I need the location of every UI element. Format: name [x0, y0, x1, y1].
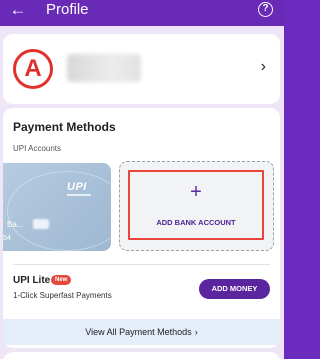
add-bank-account-tile[interactable]: + ADD BANK ACCOUNT	[119, 161, 274, 251]
add-money-button[interactable]: ADD MONEY	[199, 279, 270, 299]
view-all-payment-methods-link[interactable]: View All Payment Methods ›	[3, 319, 280, 345]
account-number: 54	[3, 235, 11, 242]
add-bank-account-button[interactable]: + ADD BANK ACCOUNT	[128, 170, 264, 240]
profile-name-redacted	[67, 54, 141, 82]
upi-logo: UPI	[67, 181, 87, 193]
plus-icon: +	[190, 181, 202, 203]
bank-name: Ba...	[7, 220, 24, 229]
chevron-right-icon: ›	[194, 327, 198, 337]
add-bank-account-label: ADD BANK ACCOUNT	[156, 218, 236, 227]
avatar: A	[13, 49, 53, 89]
upi-lite-subtitle: 1-Click Superfast Payments	[13, 291, 112, 300]
new-badge: New	[51, 275, 72, 285]
payment-methods-card: Payment Methods UPI Accounts UPI Ba... 5…	[3, 108, 280, 348]
bank-account-card[interactable]: UPI Ba... 54	[3, 163, 111, 251]
top-app-bar: ← Profile ?	[0, 0, 284, 26]
upi-accounts-label: UPI Accounts	[13, 144, 62, 153]
view-all-label: View All Payment Methods	[85, 327, 192, 337]
payment-methods-title: Payment Methods	[13, 120, 116, 134]
help-icon[interactable]: ?	[258, 2, 273, 17]
chevron-right-icon[interactable]: ›	[261, 58, 266, 76]
profile-card[interactable]: A ›	[3, 34, 280, 104]
bank-name-redacted	[33, 219, 49, 229]
card-decoration	[7, 171, 111, 251]
next-card-edge	[3, 352, 280, 359]
page-title: Profile	[46, 1, 89, 18]
upi-logo-underline	[67, 194, 91, 196]
upi-lite-title: UPI Lite	[13, 275, 51, 286]
back-arrow-icon[interactable]: ←	[8, 0, 28, 20]
divider	[13, 264, 270, 265]
